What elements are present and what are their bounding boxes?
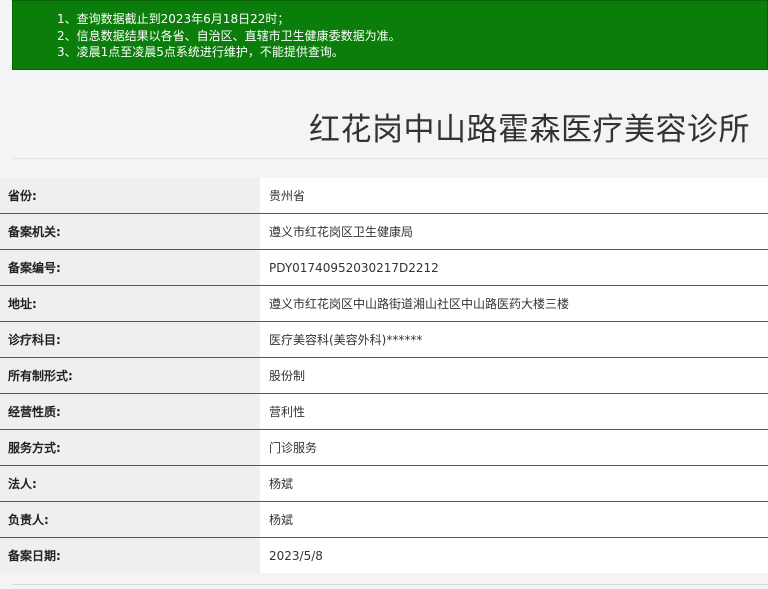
table-row: 经营性质: 营利性 [0,394,768,430]
notice-line: 2、信息数据结果以各省、自治区、直辖市卫生健康委数据为准。 [57,29,401,43]
row-label: 法人: [0,466,260,501]
table-row: 地址: 遵义市红花岗区中山路街道湘山社区中山路医药大楼三楼 [0,286,768,322]
divider [12,158,768,159]
row-value: 门诊服务 [260,430,768,465]
row-label: 地址: [0,286,260,321]
row-label: 备案编号: [0,250,260,285]
notice-line: 1、查询数据截止到2023年6月18日22时； [57,12,290,26]
row-label: 省份: [0,178,260,213]
info-table: 省份: 贵州省 备案机关: 遵义市红花岗区卫生健康局 备案编号: PDY0174… [0,178,768,573]
notice-line: 3、凌晨1点至凌晨5点系统进行维护，不能提供查询。 [57,45,344,59]
table-row: 诊疗科目: 医疗美容科(美容外科)****** [0,322,768,358]
row-value: 遵义市红花岗区卫生健康局 [260,214,768,249]
row-label: 服务方式: [0,430,260,465]
table-row: 备案日期: 2023/5/8 [0,538,768,573]
row-value: 遵义市红花岗区中山路街道湘山社区中山路医药大楼三楼 [260,286,768,321]
row-label: 负责人: [0,502,260,537]
row-label: 所有制形式: [0,358,260,393]
table-row: 备案编号: PDY01740952030217D2212 [0,250,768,286]
page-title: 红花岗中山路霍森医疗美容诊所 [309,112,750,148]
row-label: 备案机关: [0,214,260,249]
row-value: 营利性 [260,394,768,429]
table-row: 备案机关: 遵义市红花岗区卫生健康局 [0,214,768,250]
row-value: 2023/5/8 [260,538,768,573]
table-row: 负责人: 杨斌 [0,502,768,538]
row-label: 备案日期: [0,538,260,573]
row-value: 医疗美容科(美容外科)****** [260,322,768,357]
row-value: 杨斌 [260,502,768,537]
row-value: 股份制 [260,358,768,393]
row-label: 诊疗科目: [0,322,260,357]
row-label: 经营性质: [0,394,260,429]
divider [12,584,768,585]
row-value: 杨斌 [260,466,768,501]
notice-banner: 1、查询数据截止到2023年6月18日22时； 2、信息数据结果以各省、自治区、… [12,0,768,70]
row-value: PDY01740952030217D2212 [260,250,768,285]
table-row: 省份: 贵州省 [0,178,768,214]
row-value: 贵州省 [260,178,768,213]
table-row: 所有制形式: 股份制 [0,358,768,394]
table-row: 法人: 杨斌 [0,466,768,502]
table-row: 服务方式: 门诊服务 [0,430,768,466]
